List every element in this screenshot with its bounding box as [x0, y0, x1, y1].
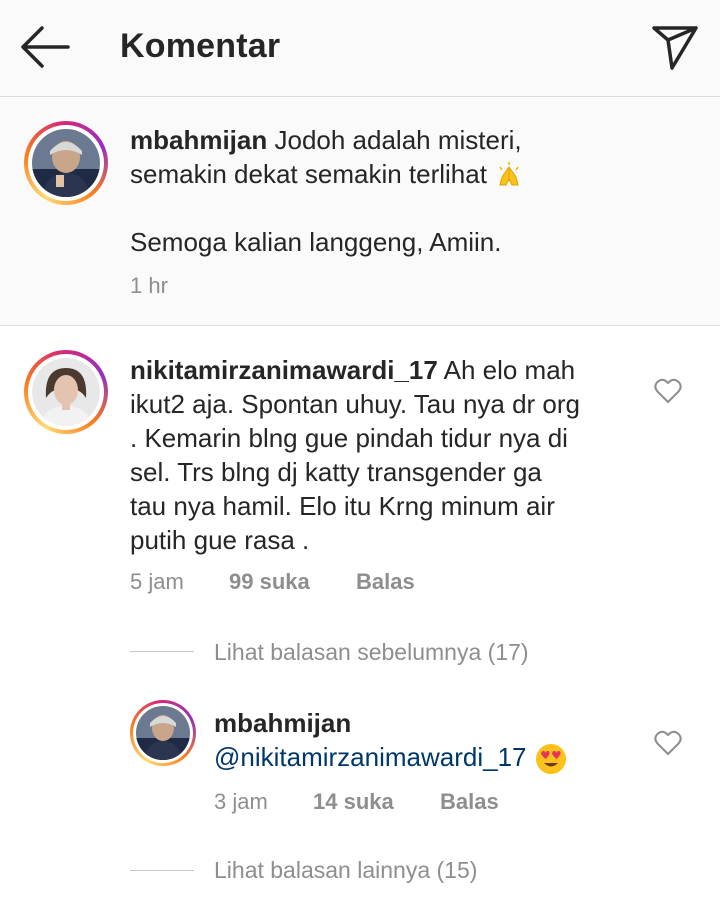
comment-text: nikitamirzanimawardi_17 Ah elo mah ikut2… — [130, 353, 580, 557]
caption-line-2: semakin dekat semakin terlihat — [130, 159, 487, 189]
divider-line — [130, 870, 194, 871]
divider-line — [130, 651, 194, 652]
caption-line-3: Semoga kalian langgeng, Amiin. — [130, 227, 502, 258]
reply-username[interactable]: mbahmijan — [214, 706, 568, 740]
comment-line-4: sel. Trs blng dj katty transgender ga — [130, 457, 542, 487]
top-bar: Komentar — [0, 0, 720, 97]
reply-timestamp: 3 jam — [214, 789, 268, 814]
avatar-photo — [32, 129, 100, 197]
caption-line-1: Jodoh adalah misteri, — [274, 125, 522, 155]
comment-line-5: tau nya hamil. Elo itu Krng minum air — [130, 491, 555, 521]
comment-timestamp: 5 jam — [130, 569, 184, 594]
caption-text: mbahmijan Jodoh adalah misteri, semakin … — [130, 123, 524, 259]
heart-icon[interactable] — [654, 730, 682, 756]
avatar-photo — [136, 706, 190, 760]
comment-reply-button[interactable]: Balas — [356, 569, 415, 594]
comment-username[interactable]: nikitamirzanimawardi_17 — [130, 355, 438, 385]
reply-likes-link[interactable]: 14 suka — [313, 789, 394, 814]
reply-reply-button[interactable]: Balas — [440, 789, 499, 814]
comment-line-2: ikut2 aja. Spontan uhuy. Tau nya dr org — [130, 389, 581, 419]
caption-timestamp: 1 hr — [130, 273, 168, 298]
folded-hands-emoji-icon — [499, 162, 519, 186]
caption-username[interactable]: mbahmijan — [130, 125, 267, 155]
avatar[interactable] — [24, 121, 108, 205]
comment-likes-link[interactable]: 99 suka — [229, 569, 310, 594]
page-title: Komentar — [120, 27, 281, 65]
comment-line-1: Ah elo mah — [443, 355, 576, 385]
heart-icon[interactable] — [654, 378, 682, 404]
view-more-replies-link[interactable]: Lihat balasan lainnya (15) — [214, 857, 477, 884]
view-previous-replies-link[interactable]: Lihat balasan sebelumnya (17) — [214, 639, 529, 666]
paper-plane-icon[interactable] — [650, 22, 700, 72]
avatar-photo — [32, 358, 100, 426]
comment-line-6: putih gue rasa . — [130, 525, 310, 555]
comment-meta: 5 jam — [130, 569, 184, 595]
post-caption: mbahmijan Jodoh adalah misteri, semakin … — [0, 97, 720, 326]
comment-line-3: . Kemarin blng gue pindah tidur nya di — [130, 423, 568, 453]
reply-mention-link[interactable]: @nikitamirzanimawardi_17 — [214, 742, 527, 772]
reply-text: mbahmijan @nikitamirzanimawardi_17 — [214, 706, 568, 776]
avatar[interactable] — [130, 700, 196, 766]
avatar[interactable] — [24, 350, 108, 434]
arrow-left-icon[interactable] — [18, 22, 72, 72]
heart-eyes-emoji-icon — [535, 744, 566, 775]
